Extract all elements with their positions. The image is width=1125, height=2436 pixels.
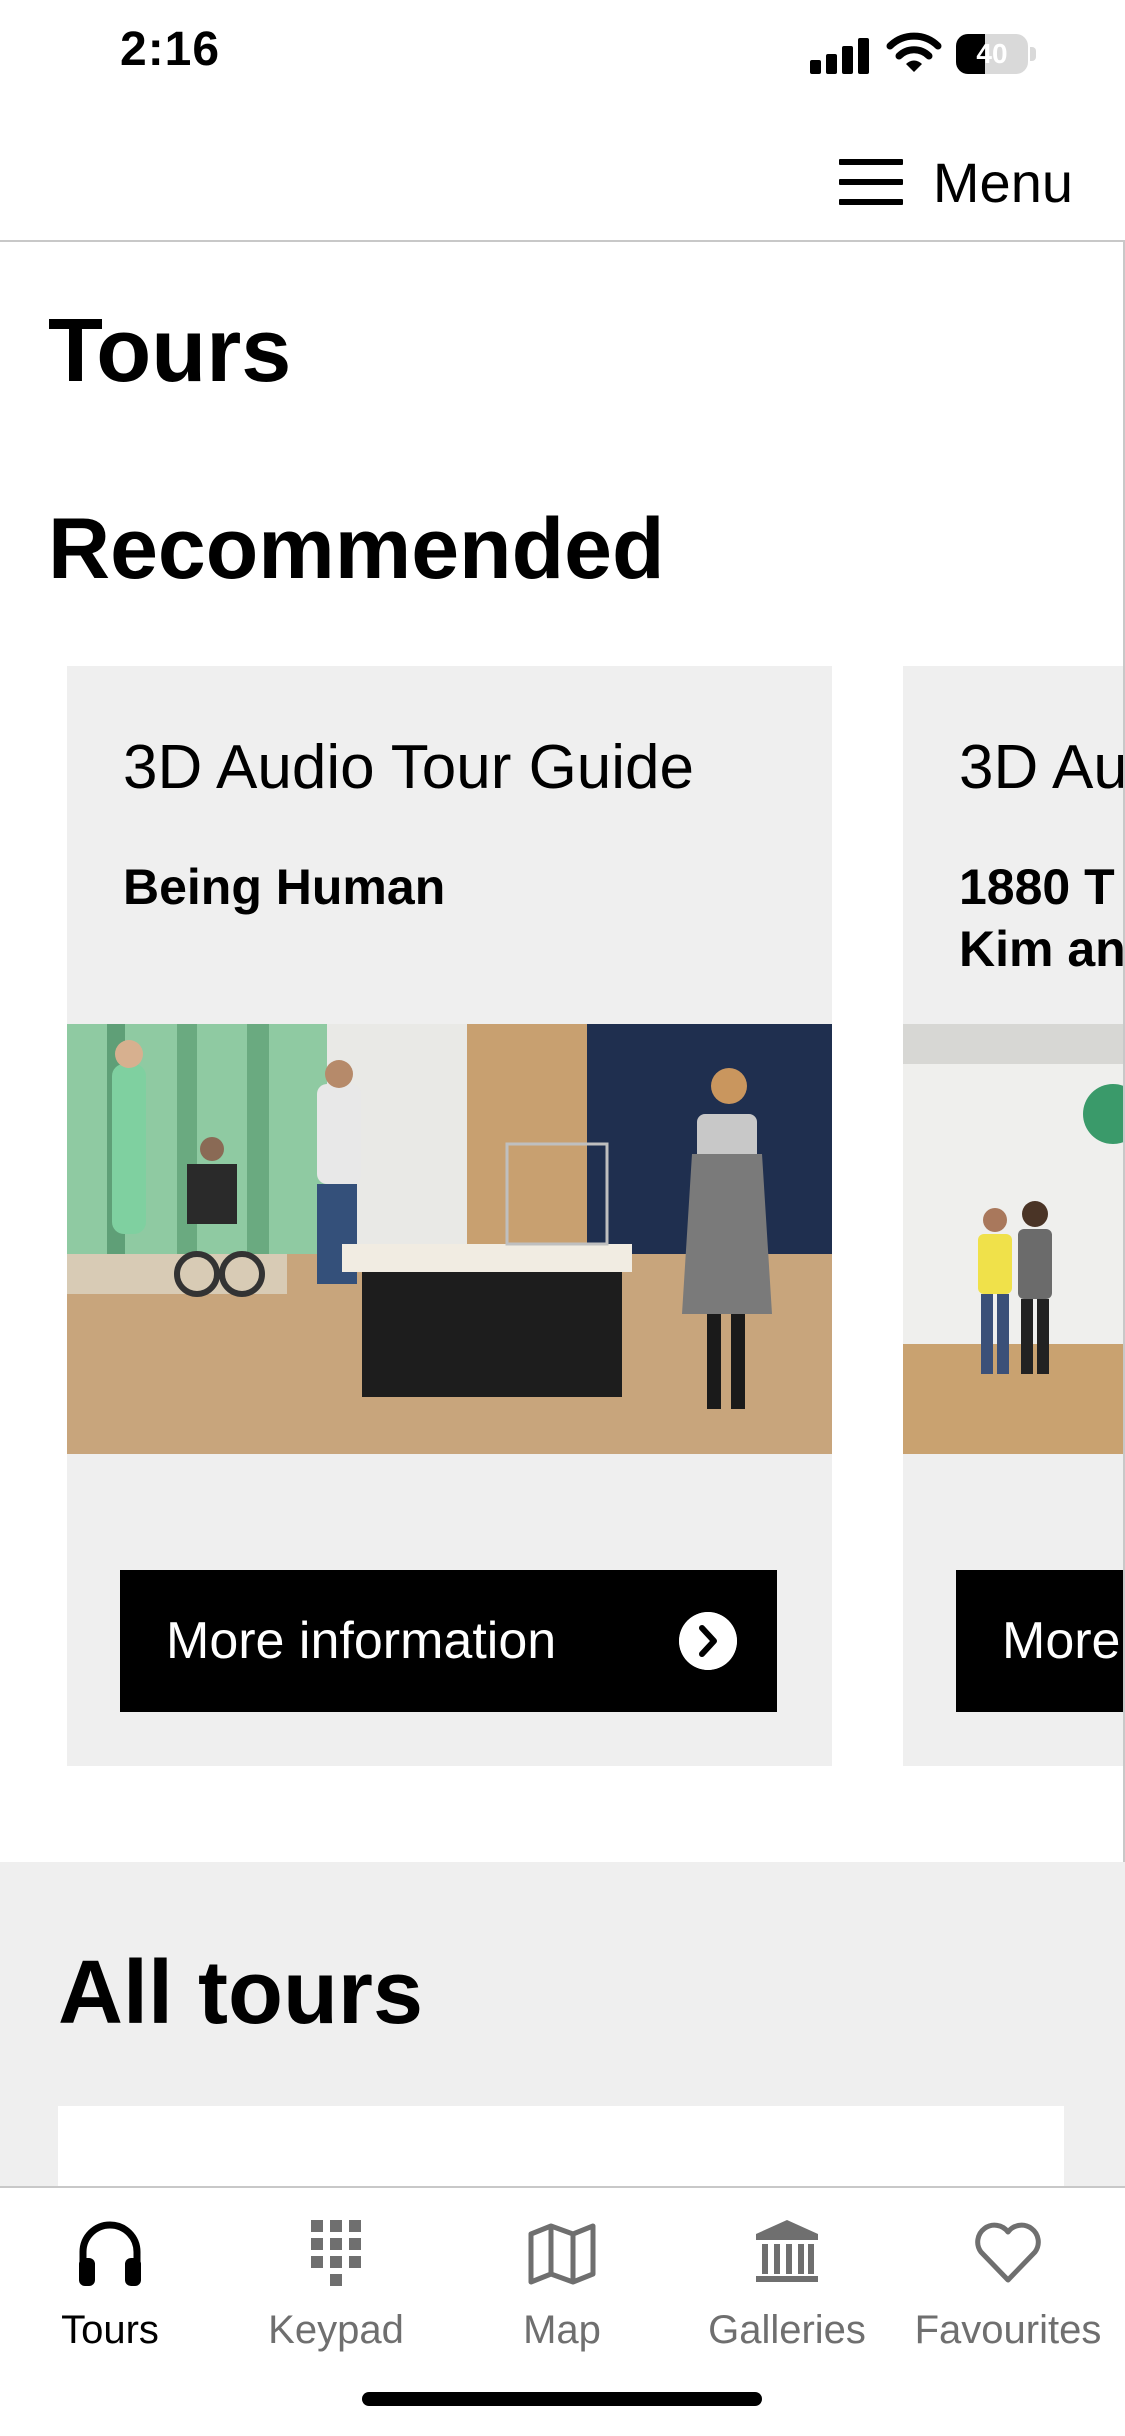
tab-keypad[interactable]: Keypad xyxy=(226,2218,446,2368)
heart-icon xyxy=(975,2222,1041,2283)
more-information-button[interactable]: More information xyxy=(120,1570,777,1712)
tab-label: Map xyxy=(523,2308,601,2352)
tab-tours[interactable]: Tours xyxy=(0,2218,220,2368)
tour-name: 1880 T Kim an xyxy=(959,859,1123,977)
gallery-photo-image xyxy=(67,1024,832,1454)
tour-type: 3D Au xyxy=(959,733,1123,802)
tab-galleries[interactable]: Galleries xyxy=(677,2218,897,2368)
menu-button[interactable]: Menu xyxy=(838,150,1073,214)
museum-icon xyxy=(756,2220,818,2282)
more-information-label: More xyxy=(1002,1612,1121,1670)
status-bar: 2:16 40 xyxy=(0,0,1125,110)
map-icon xyxy=(528,2223,596,2285)
app-header: Menu xyxy=(0,110,1125,242)
tab-label: Tours xyxy=(61,2308,159,2352)
gallery-photo-image xyxy=(903,1024,1123,1454)
all-tours-section: All tours xyxy=(0,1862,1125,2226)
home-indicator xyxy=(362,2392,762,2406)
tour-photo xyxy=(903,1024,1123,1454)
cellular-signal-icon xyxy=(810,38,870,74)
status-time: 2:16 xyxy=(120,23,221,76)
headphones-icon xyxy=(79,2221,141,2286)
tab-map[interactable]: Map xyxy=(452,2218,672,2368)
tour-name: Being Human xyxy=(123,859,446,915)
page-title: Tours xyxy=(48,301,292,401)
hamburger-icon xyxy=(838,159,903,205)
more-information-label: More information xyxy=(166,1612,557,1670)
tour-type: 3D Audio Tour Guide xyxy=(123,733,695,802)
tab-label: Favourites xyxy=(914,2308,1102,2352)
wifi-icon xyxy=(886,32,942,72)
tour-card[interactable]: 3D Audio Tour Guide Being Human More inf… xyxy=(67,666,832,1766)
menu-label: Menu xyxy=(932,150,1073,214)
all-tours-heading: All tours xyxy=(58,1943,424,2043)
recommended-carousel[interactable]: 3D Audio Tour Guide Being Human More inf… xyxy=(0,666,1123,1768)
tours-screen: 2:16 40 Menu Tours Recommended 3D Audio … xyxy=(0,0,1125,2436)
battery-icon: 40 xyxy=(956,34,1036,74)
more-information-button[interactable]: More xyxy=(956,1570,1123,1712)
recommended-heading: Recommended xyxy=(48,501,665,597)
tour-card[interactable]: 3D Au 1880 T Kim an More xyxy=(903,666,1123,1766)
chevron-right-icon xyxy=(679,1612,737,1670)
keypad-icon xyxy=(311,2220,361,2286)
tour-photo xyxy=(67,1024,832,1454)
tab-label: Keypad xyxy=(268,2308,404,2352)
battery-percent: 40 xyxy=(976,38,1008,69)
tab-favourites[interactable]: Favourites xyxy=(898,2218,1118,2368)
